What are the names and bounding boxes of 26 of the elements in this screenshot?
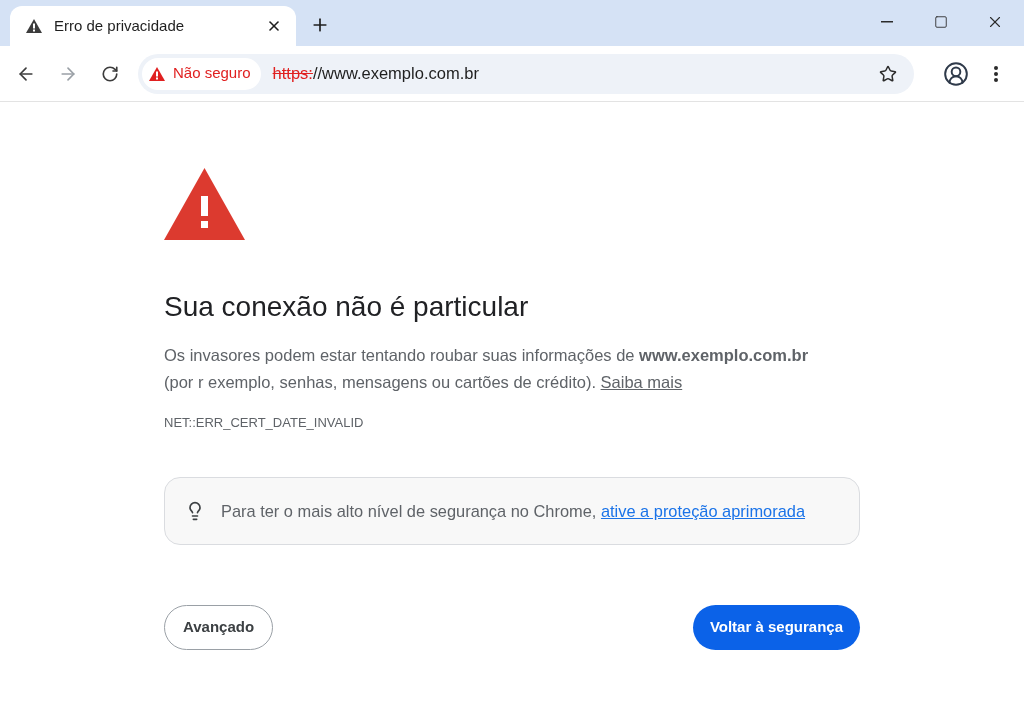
browser-tab[interactable]: Erro de privacidade: [10, 6, 296, 46]
tip-text: Para ter o mais alto nível de segurança no Chrome, ative a proteção aprimorada: [221, 500, 806, 522]
address-bar[interactable]: Não seguro https://www.exemplo.com.br: [138, 53, 914, 94]
url-text: //www.exemplo.com.br: [312, 63, 479, 85]
warning-icon: [26, 19, 42, 33]
menu-icon: [994, 65, 998, 82]
back-to-safety-button[interactable]: Voltar à segurança: [692, 605, 860, 650]
enhanced-protection-link[interactable]: ative a proteção aprimorada: [600, 501, 806, 520]
warning-icon: [149, 66, 165, 81]
maximize-icon: [934, 15, 948, 29]
advanced-button[interactable]: Avançado: [164, 605, 274, 650]
learn-more-link[interactable]: Saiba mais: [600, 373, 683, 391]
security-label: Não seguro: [173, 63, 251, 84]
minimize-icon: [881, 21, 893, 23]
security-chip[interactable]: Não seguro: [142, 57, 261, 90]
profile-icon: [943, 60, 969, 87]
page-heading: Sua conexão não é particular: [164, 290, 530, 324]
reload-icon: [101, 64, 119, 83]
url-scheme: https:: [272, 63, 313, 85]
profile-button[interactable]: [942, 59, 970, 88]
tab-title: Erro de privacidade: [54, 15, 186, 36]
close-icon: [266, 18, 282, 34]
error-code: NET::ERR_CERT_DATE_INVALID: [164, 414, 365, 432]
description-text: Os invasores podem estar tentando roubar suas informações de www.exemplo.com.br (por r exemplo, senhas, mensagens ou cartões de crédito). Saiba mais: [164, 345, 810, 393]
star-icon: [879, 64, 897, 83]
warning-icon: [164, 168, 245, 240]
